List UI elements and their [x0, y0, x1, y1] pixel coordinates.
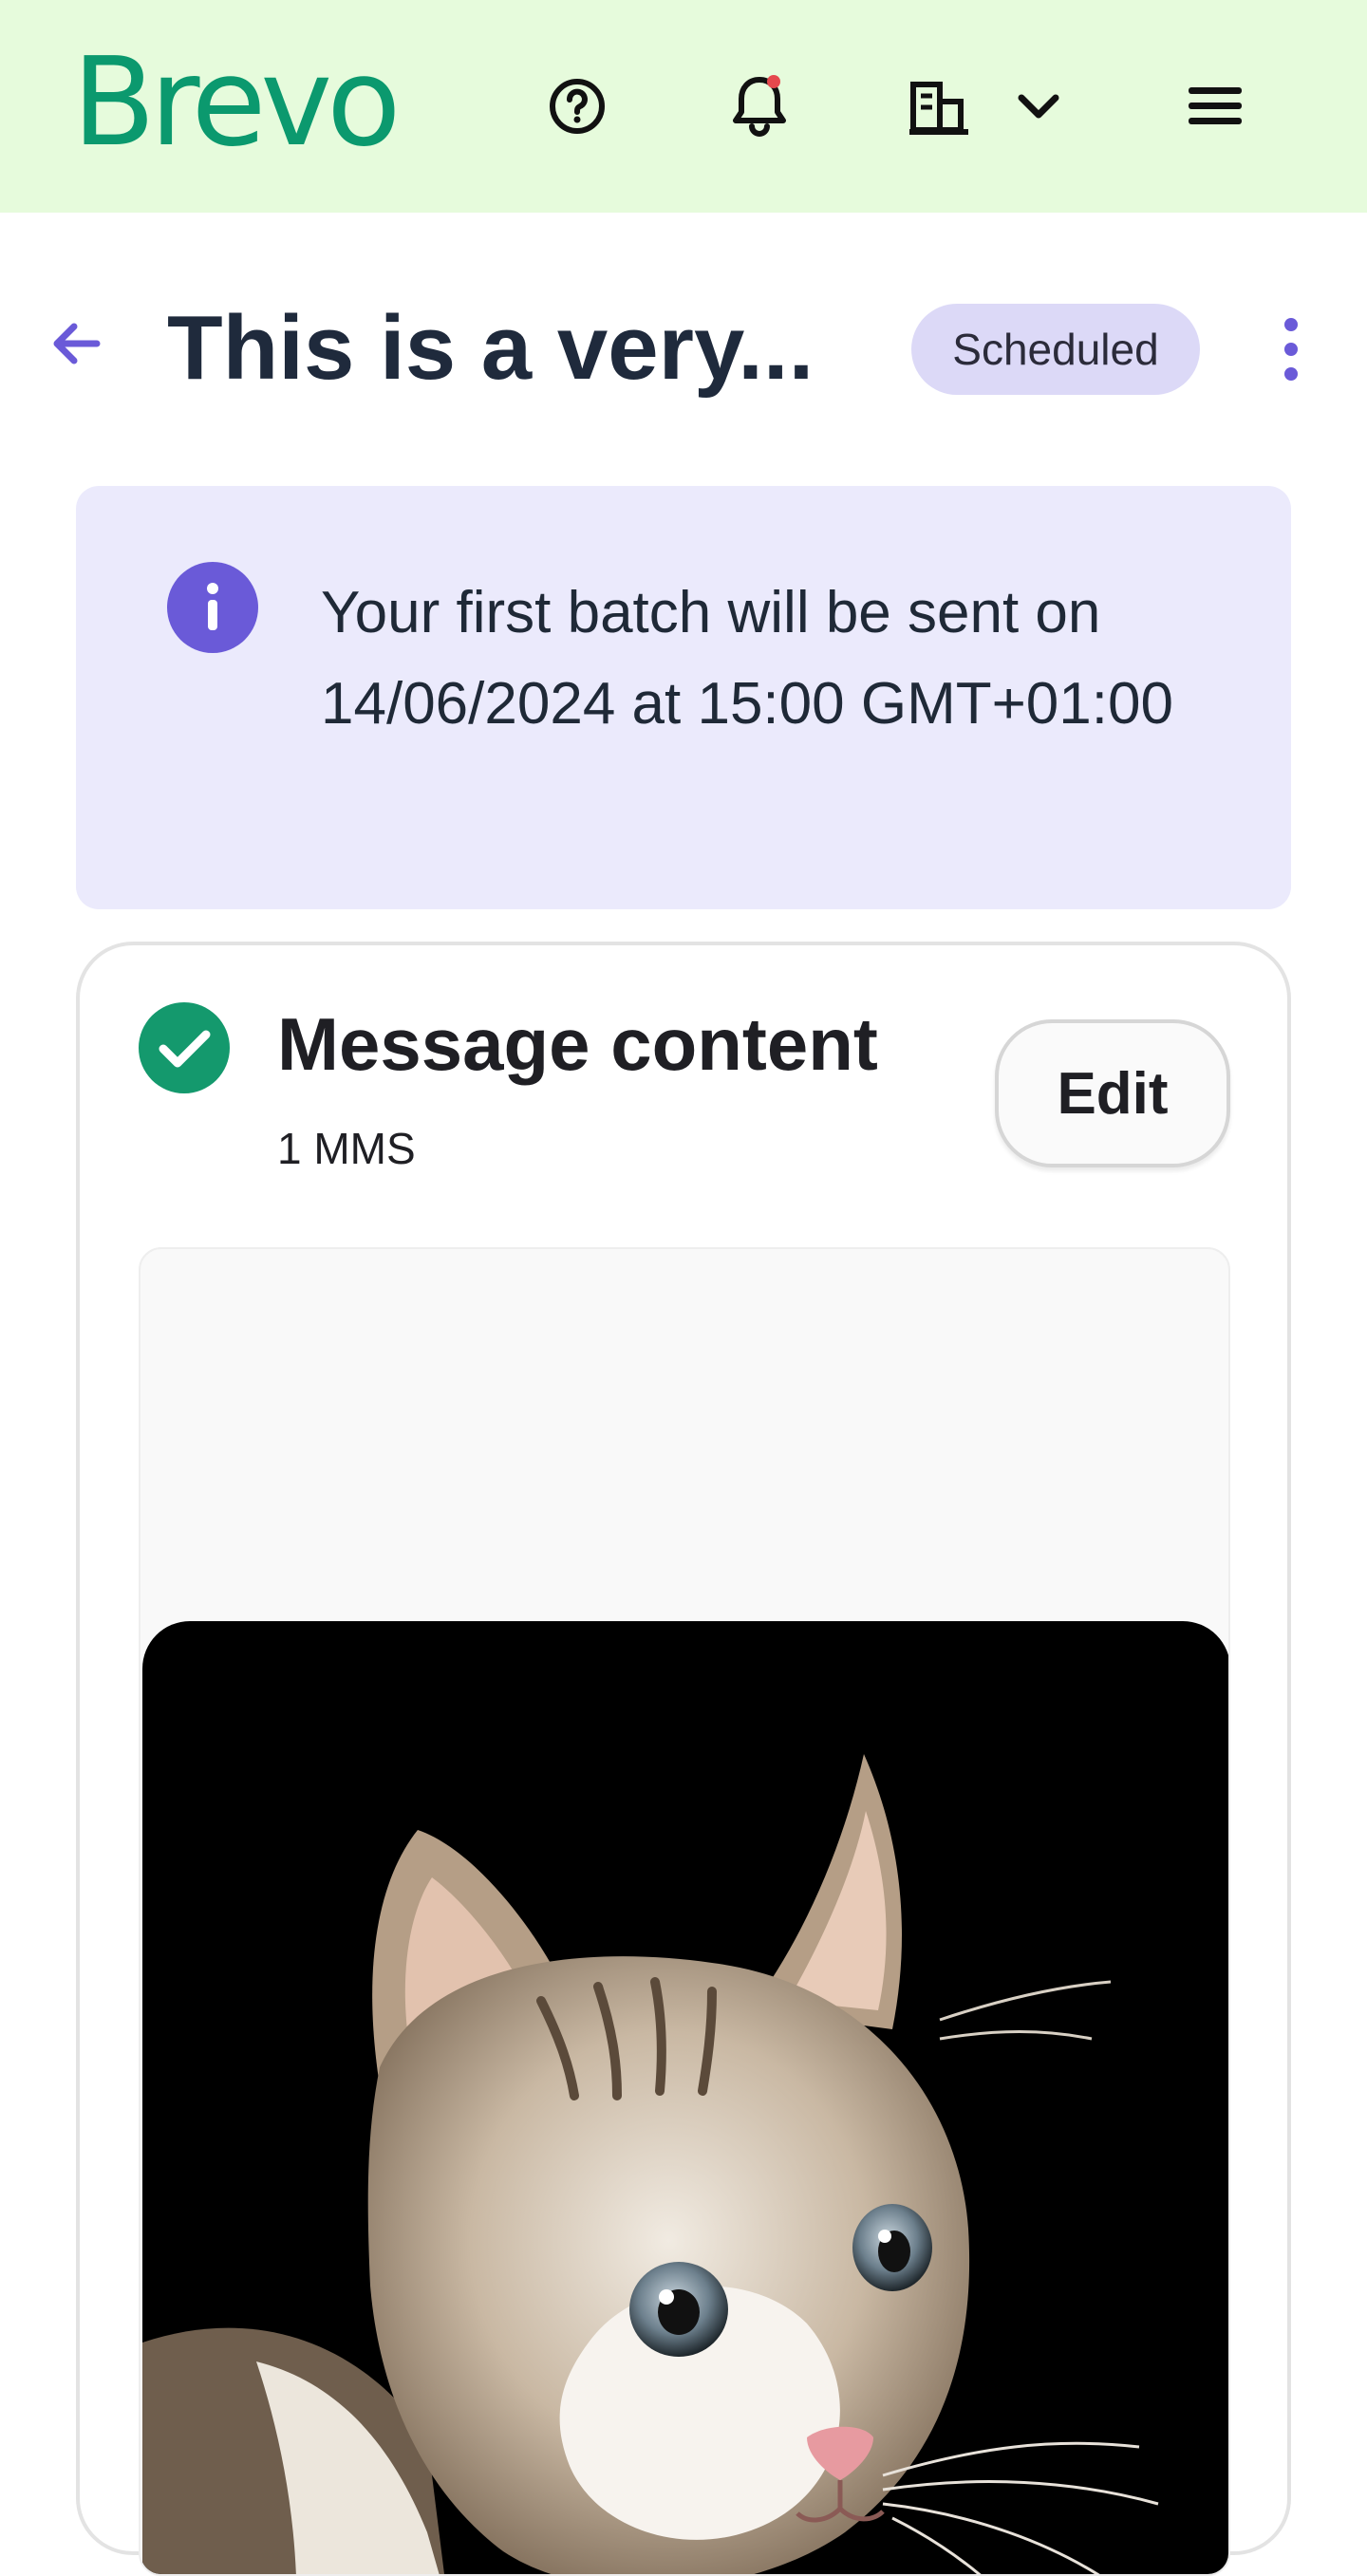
bell-icon — [733, 75, 786, 137]
hamburger-menu-icon — [1189, 87, 1242, 124]
chevron-down-icon — [1018, 94, 1059, 119]
info-banner: Your first batch will be sent on 14/06/2… — [76, 486, 1291, 909]
notifications-button[interactable] — [721, 68, 797, 144]
info-banner-text: Your first batch will be sent on 14/06/2… — [321, 580, 1173, 737]
check-circle-icon — [139, 1002, 230, 1093]
mms-preview — [139, 1247, 1230, 2576]
main-menu-button[interactable] — [1181, 76, 1249, 137]
organization-switcher[interactable] — [904, 74, 1071, 140]
card-subtitle: 1 MMS — [277, 1124, 416, 1173]
more-options-icon[interactable] — [1272, 315, 1310, 383]
card-title: Message content — [277, 1002, 878, 1086]
page-header: This is a very... Scheduled — [0, 281, 1367, 420]
cat-photo — [142, 1621, 1228, 2574]
page-title: This is a very... — [167, 297, 815, 399]
building-icon — [909, 82, 968, 135]
edit-button[interactable]: Edit — [995, 1019, 1230, 1167]
back-arrow-icon[interactable] — [49, 317, 103, 370]
help-button[interactable] — [539, 76, 615, 137]
message-content-card: Message content 1 MMS Edit — [76, 942, 1291, 2576]
status-badge: Scheduled — [911, 304, 1200, 395]
brevo-logo[interactable]: Brevo — [72, 42, 401, 165]
info-icon — [167, 562, 258, 653]
top-navigation-bar: Brevo — [0, 0, 1367, 213]
help-icon — [550, 79, 605, 134]
cat-image — [142, 1754, 1159, 2574]
notification-dot — [767, 75, 780, 88]
